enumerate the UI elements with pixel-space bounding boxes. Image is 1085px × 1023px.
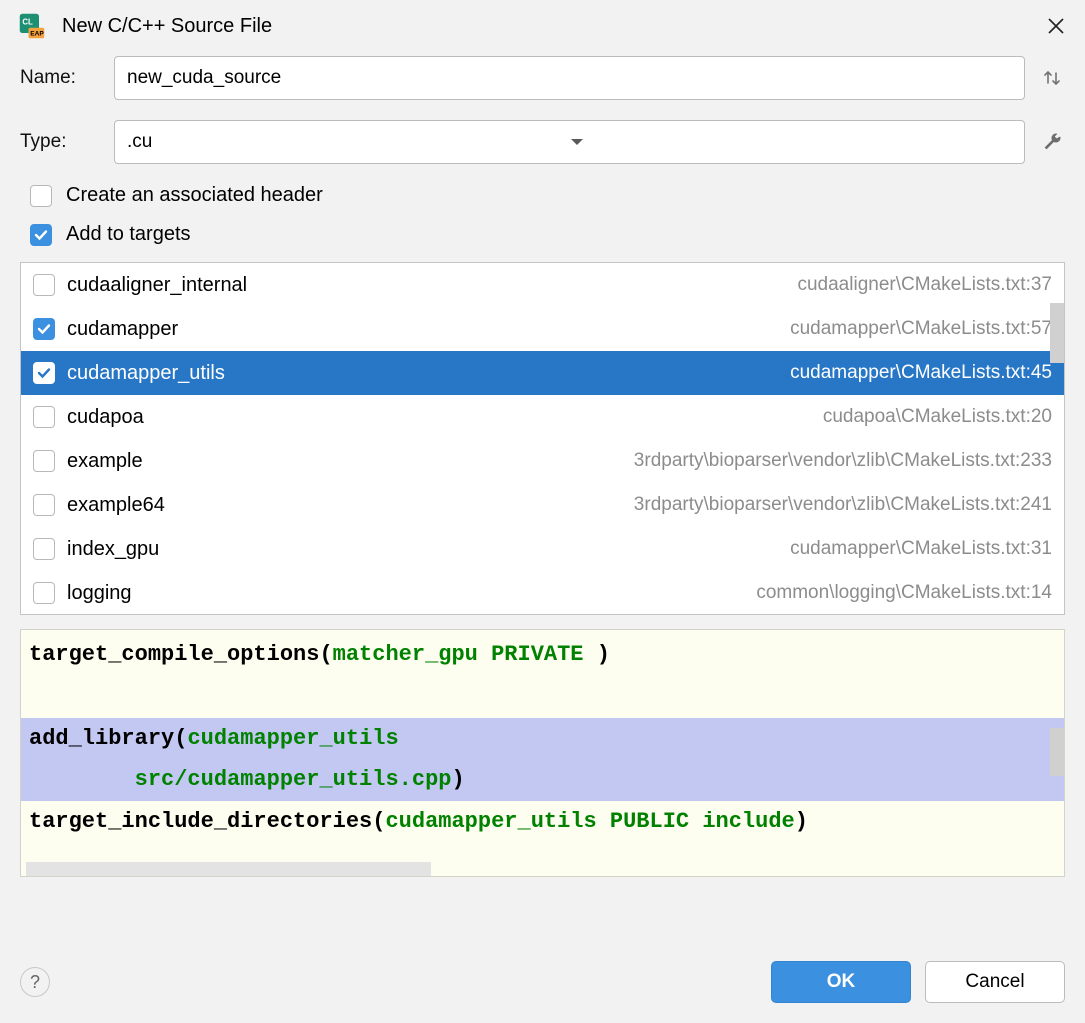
footer: ? OK Cancel [0, 939, 1085, 1023]
wrench-icon[interactable] [1039, 129, 1065, 155]
target-row[interactable]: index_gpucudamapper\CMakeLists.txt:31 [21, 527, 1064, 571]
code-line: target_compile_options(matcher_gpu PRIVA… [21, 634, 1064, 676]
create-header-checkbox[interactable] [30, 185, 52, 207]
target-name: cudapoa [67, 406, 823, 429]
svg-text:EAP: EAP [30, 31, 44, 38]
code-preview: target_compile_options(matcher_gpu PRIVA… [20, 629, 1065, 877]
svg-text:CL: CL [22, 17, 33, 26]
add-targets-label: Add to targets [66, 223, 191, 246]
target-path: cudamapper\CMakeLists.txt:45 [790, 362, 1052, 384]
add-targets-row: Add to targets [30, 223, 1065, 246]
target-row[interactable]: example3rdparty\bioparser\vendor\zlib\CM… [21, 439, 1064, 483]
create-header-row: Create an associated header [30, 184, 1065, 207]
target-row[interactable]: example643rdparty\bioparser\vendor\zlib\… [21, 483, 1064, 527]
code-line [21, 676, 1064, 718]
targets-list: cudaaligner_internalcudaaligner\CMakeLis… [20, 262, 1065, 615]
cancel-button[interactable]: Cancel [925, 961, 1065, 1003]
close-button[interactable] [1045, 15, 1067, 37]
name-row: Name: [20, 56, 1065, 100]
target-checkbox[interactable] [33, 450, 55, 472]
target-row[interactable]: cudamapper_utilscudamapper\CMakeLists.tx… [21, 351, 1064, 395]
code-scrollbar-horizontal[interactable] [26, 862, 431, 876]
dialog-title: New C/C++ Source File [62, 15, 1045, 38]
target-path: 3rdparty\bioparser\vendor\zlib\CMakeList… [634, 450, 1052, 472]
target-name: index_gpu [67, 538, 790, 561]
target-checkbox[interactable] [33, 582, 55, 604]
targets-scrollbar[interactable] [1050, 303, 1064, 363]
target-name: cudamapper_utils [67, 362, 790, 385]
target-path: cudaaligner\CMakeLists.txt:37 [797, 274, 1052, 296]
target-checkbox[interactable] [33, 274, 55, 296]
help-button[interactable]: ? [20, 967, 50, 997]
target-row[interactable]: cudamappercudamapper\CMakeLists.txt:57 [21, 307, 1064, 351]
form-area: Name: Type: .cu Create an associated hea… [0, 50, 1085, 262]
target-row[interactable]: cudapoacudapoa\CMakeLists.txt:20 [21, 395, 1064, 439]
type-row: Type: .cu [20, 120, 1065, 164]
target-path: 3rdparty\bioparser\vendor\zlib\CMakeList… [634, 494, 1052, 516]
target-row[interactable]: loggingcommon\logging\CMakeLists.txt:14 [21, 571, 1064, 614]
titlebar: CL EAP New C/C++ Source File [0, 0, 1085, 50]
target-checkbox[interactable] [33, 318, 55, 340]
target-checkbox[interactable] [33, 494, 55, 516]
target-path: cudamapper\CMakeLists.txt:57 [790, 318, 1052, 340]
target-path: cudamapper\CMakeLists.txt:31 [790, 538, 1052, 560]
sort-updown-icon[interactable] [1039, 65, 1065, 91]
code-line: target_include_directories(cudamapper_ut… [21, 801, 1064, 843]
name-input[interactable] [114, 56, 1025, 100]
add-targets-checkbox[interactable] [30, 224, 52, 246]
type-select[interactable]: .cu [114, 120, 1025, 164]
target-name: cudaaligner_internal [67, 274, 797, 297]
code-line: src/cudamapper_utils.cpp) [21, 759, 1064, 801]
target-row[interactable]: cudaaligner_internalcudaaligner\CMakeLis… [21, 263, 1064, 307]
target-name: example [67, 450, 634, 473]
app-icon: CL EAP [18, 12, 46, 40]
type-label: Type: [20, 131, 114, 153]
target-checkbox[interactable] [33, 406, 55, 428]
name-label: Name: [20, 67, 114, 89]
target-name: logging [67, 582, 756, 605]
code-line: add_library(cudamapper_utils [21, 718, 1064, 760]
create-header-label: Create an associated header [66, 184, 323, 207]
target-checkbox[interactable] [33, 538, 55, 560]
target-name: example64 [67, 494, 634, 517]
chevron-down-icon [570, 131, 1013, 153]
target-path: cudapoa\CMakeLists.txt:20 [823, 406, 1052, 428]
target-path: common\logging\CMakeLists.txt:14 [756, 582, 1052, 604]
ok-button[interactable]: OK [771, 961, 911, 1003]
target-name: cudamapper [67, 318, 790, 341]
code-scrollbar-vertical[interactable] [1050, 728, 1064, 776]
dialog: CL EAP New C/C++ Source File Name: Type: … [0, 0, 1085, 1023]
target-checkbox[interactable] [33, 362, 55, 384]
type-value: .cu [127, 131, 570, 153]
